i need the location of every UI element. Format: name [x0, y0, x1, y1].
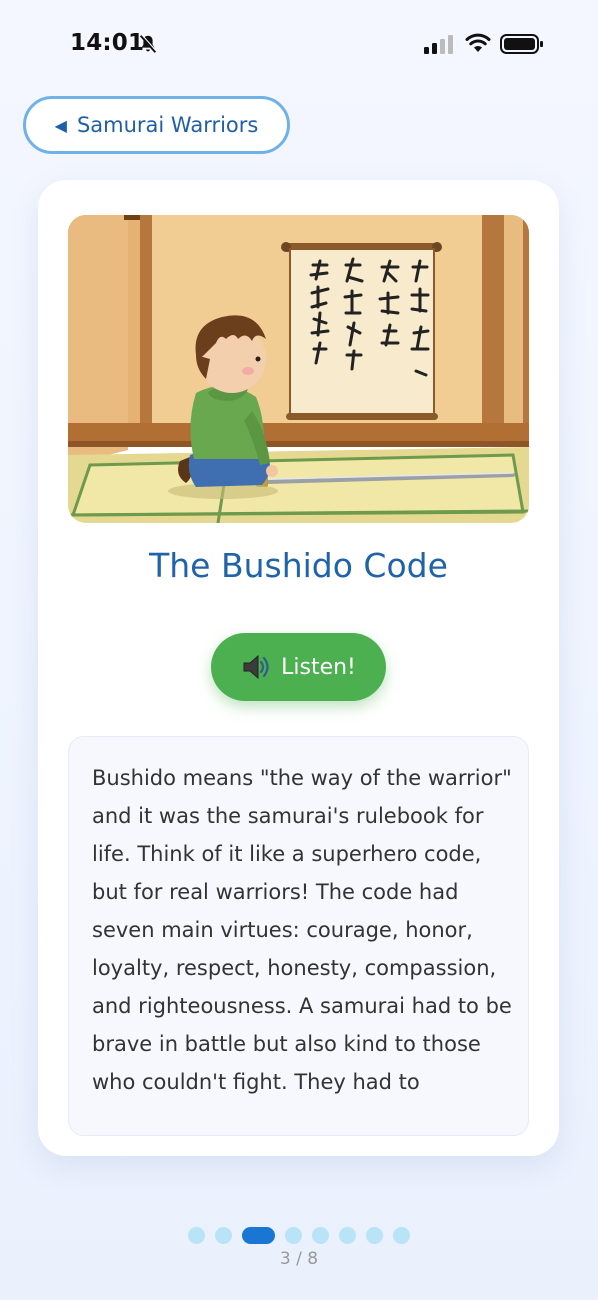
story-text-box[interactable]: Bushido means "the way of the warrior" a… — [68, 736, 529, 1136]
page-indicator — [0, 1223, 598, 1247]
listen-button[interactable]: Listen! — [211, 633, 386, 701]
page-dot[interactable] — [393, 1227, 410, 1244]
story-card: The Bushido Code Listen! Bushido means "… — [38, 180, 559, 1156]
story-illustration — [68, 215, 529, 523]
status-bar: 14:01 — [0, 0, 598, 90]
listen-button-label: Listen! — [281, 654, 356, 680]
page-dot[interactable] — [188, 1227, 205, 1244]
back-button[interactable]: ◀ Samurai Warriors — [23, 96, 290, 154]
story-title: The Bushido Code — [149, 546, 448, 585]
page-dot[interactable] — [312, 1227, 329, 1244]
page-dot[interactable] — [366, 1227, 383, 1244]
page-dot[interactable] — [285, 1227, 302, 1244]
page-counter: 3 / 8 — [279, 1249, 319, 1269]
bell-slash-icon — [139, 34, 158, 53]
story-body-text: Bushido means "the way of the warrior" a… — [92, 766, 512, 1094]
back-button-label: Samurai Warriors — [76, 113, 259, 137]
page-dot[interactable] — [215, 1227, 232, 1244]
wifi-icon — [465, 33, 491, 52]
page-dot[interactable] — [339, 1227, 356, 1244]
speaker-icon — [243, 654, 269, 680]
cellular-signal-icon — [424, 35, 453, 54]
triangle-left-icon: ◀ — [54, 116, 67, 135]
page-dot-active[interactable] — [242, 1227, 275, 1244]
status-time: 14:01 — [70, 30, 145, 56]
battery-icon — [500, 34, 543, 54]
